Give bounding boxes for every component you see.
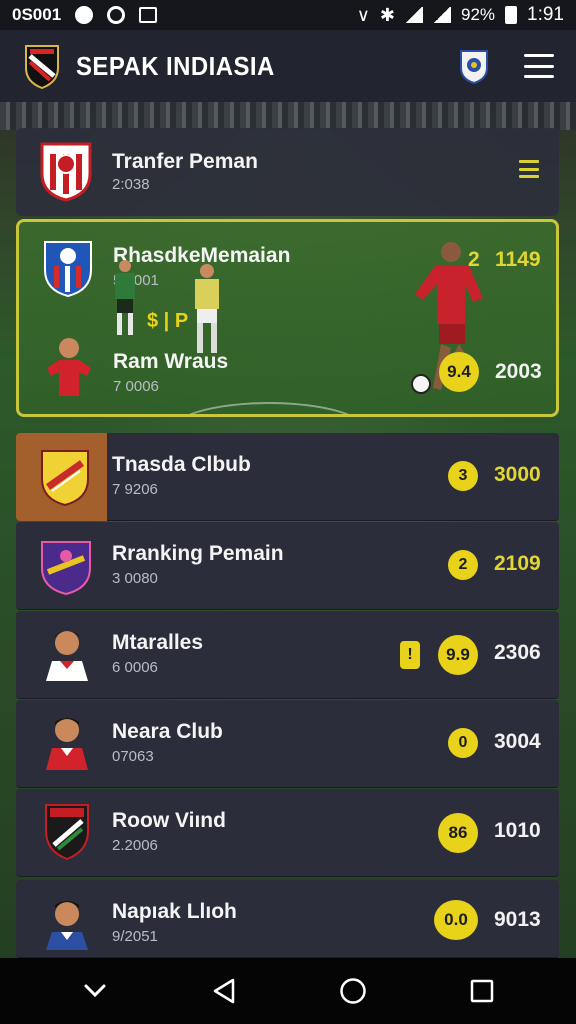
club-crest-icon	[41, 450, 89, 507]
featured-bottom-subtitle: 7 0006	[113, 378, 159, 395]
player-avatar-icon	[46, 718, 88, 770]
rating-badge: 86	[438, 813, 478, 853]
status-bar: 0S001 ∨ ✱ 92% 1:91	[0, 0, 576, 30]
list-item-score: 2306	[494, 641, 541, 664]
club-crest-icon	[45, 804, 89, 861]
list-item-title: Mtaralles	[112, 631, 204, 654]
rank-badge: 0	[448, 728, 478, 758]
nav-home-button[interactable]	[333, 971, 373, 1011]
featured-bottom-title: Ram Wraus	[113, 350, 229, 373]
signal-icon-2	[432, 7, 451, 23]
list-item-subtitle: 6 0006	[112, 659, 158, 676]
list-item[interactable]: Mtaralles 6 0006 ! 9.9 2306	[16, 611, 559, 699]
list-item-title: Napıak Llıoh	[112, 900, 237, 923]
vibrate-icon: ∨	[356, 4, 370, 25]
stadium-crowd	[0, 102, 576, 130]
featured-card[interactable]: RhasdkeMemaian 5:0001 $ | P 2 1149 Ram W…	[16, 219, 559, 417]
signal-icon	[404, 7, 423, 23]
transfer-card[interactable]: Tranfer Peman 2:038	[16, 128, 559, 216]
featured-right-score: 1149	[495, 248, 541, 271]
list-item-subtitle: 7 9206	[112, 481, 158, 498]
alert-badge: !	[400, 641, 420, 669]
image-notification-icon	[139, 7, 158, 23]
list-item[interactable]: Rranking Pemain 3 0080 2 2109	[16, 522, 559, 610]
list-item-title: Rranking Pemain	[112, 542, 284, 565]
featured-rating-badge: 9.4	[439, 352, 479, 392]
featured-crest-icon	[44, 241, 92, 298]
club-crest-icon[interactable]	[22, 42, 62, 90]
list-item[interactable]: Napıak Llıoh 9/2051 0.0 9013	[16, 880, 559, 958]
club-crest-icon	[41, 541, 91, 596]
featured-rank: 2	[468, 248, 480, 271]
pitch-center-circle	[169, 402, 369, 414]
featured-mid-label: $ | P	[147, 310, 189, 332]
player-avatar-icon	[47, 338, 91, 396]
list-item-subtitle: 2.2006	[112, 837, 158, 854]
list-item-subtitle: 9/2051	[112, 928, 158, 945]
list-item-score: 3000	[494, 463, 541, 486]
featured-bottom-score: 2003	[495, 360, 542, 383]
rating-badge: 9.9	[438, 635, 478, 675]
transfer-crest-icon	[40, 142, 92, 202]
list-item-subtitle: 3 0080	[112, 570, 158, 587]
transfer-card-title: Tranfer Peman	[112, 150, 258, 173]
list-item-subtitle: 07063	[112, 748, 154, 765]
league-badge-icon[interactable]	[458, 48, 490, 84]
list-item[interactable]: Neara Club 07063 0 3004	[16, 700, 559, 788]
home-circle-icon	[339, 978, 366, 1004]
player-yellow-figure	[195, 264, 219, 353]
recents-square-icon	[470, 979, 493, 1003]
list-item-score: 2109	[494, 552, 541, 575]
rank-badge: 2	[448, 550, 478, 580]
rating-badge: 0.0	[434, 900, 478, 940]
bluetooth-icon: ✱	[379, 4, 395, 25]
back-triangle-icon	[213, 978, 234, 1004]
sync-notification-icon	[107, 6, 126, 24]
system-nav-bar	[0, 958, 576, 1024]
card-menu-icon[interactable]	[519, 160, 539, 178]
battery-percent: 92%	[460, 5, 496, 24]
nav-recents-button[interactable]	[462, 971, 502, 1011]
nav-collapse-button[interactable]	[75, 971, 115, 1011]
player-green-figure	[115, 260, 135, 335]
list-item-title: Tnasda Clbub	[112, 453, 251, 476]
player-avatar-icon	[46, 901, 88, 950]
hamburger-menu-icon[interactable]	[524, 54, 554, 78]
list-item-score: 9013	[494, 908, 541, 931]
app-notification-icon	[75, 6, 94, 24]
nav-back-button[interactable]	[204, 971, 244, 1011]
rank-badge: 3	[448, 461, 478, 491]
transfer-card-subtitle: 2:038	[112, 176, 150, 193]
chevron-down-icon	[84, 984, 105, 998]
list-item-title: Neara Club	[112, 720, 223, 743]
list-item-score: 1010	[494, 819, 541, 842]
list-item-title: Roow Viınd	[112, 809, 226, 832]
battery-icon	[505, 6, 518, 24]
list-item-score: 3004	[494, 730, 541, 753]
player-avatar-icon	[46, 631, 88, 681]
status-time: 1:91	[527, 4, 564, 25]
app-title: SEPAK INDIASIA	[76, 50, 275, 81]
list-item[interactable]: Tnasda Clbub 7 9206 3 3000	[16, 433, 559, 521]
status-left-text: 0S001	[12, 5, 62, 24]
list-item[interactable]: Roow Viınd 2.2006 86 1010	[16, 789, 559, 877]
app-header: SEPAK INDIASIA	[0, 30, 576, 102]
